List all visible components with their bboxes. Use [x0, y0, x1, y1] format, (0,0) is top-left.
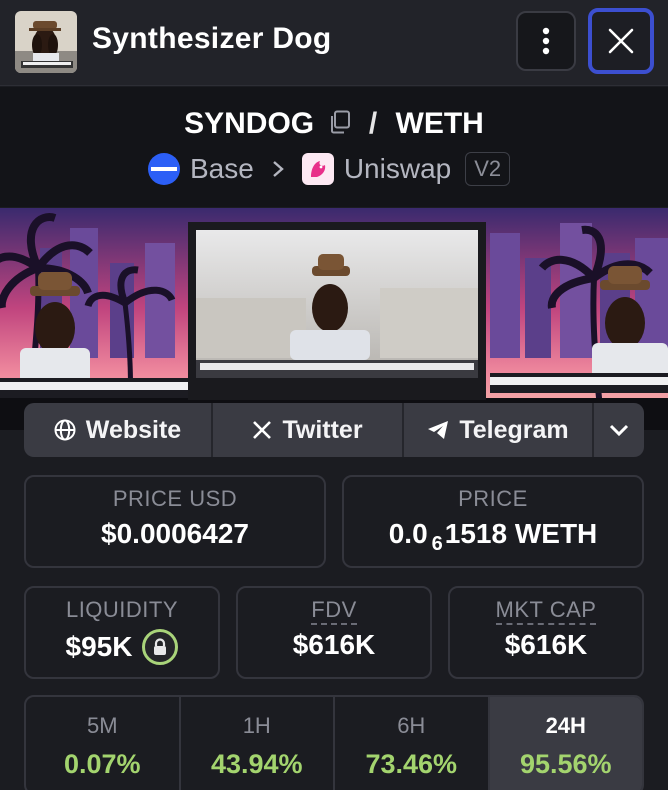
chevron-right-icon [273, 161, 284, 177]
change-tab-label: 6H [397, 713, 426, 738]
change-tab-value: 0.07% [63, 749, 141, 779]
fdv-card: FDV $616K [236, 586, 432, 679]
change-tab-value: 73.46% [365, 749, 458, 779]
change-tab-label: 24H [545, 713, 586, 738]
website-link[interactable]: Website [24, 403, 213, 457]
telegram-link-label: Telegram [459, 415, 569, 444]
change-tab-label: 5M [86, 713, 118, 738]
dex-version-badge: V2 [465, 152, 511, 186]
uniswap-icon [301, 153, 334, 185]
change-tab-1h[interactable]: 1H 43.94% [181, 697, 335, 790]
header: Synthesizer Dog [0, 0, 668, 86]
change-tab-label: 1H [242, 713, 271, 738]
pair-separator: / [368, 107, 378, 140]
telegram-link[interactable]: Telegram [404, 403, 594, 457]
chain-breadcrumb: Base Uniswap V2 [148, 151, 511, 187]
token-avatar [15, 11, 77, 73]
chain-name[interactable]: Base [190, 153, 254, 185]
lock-icon[interactable] [142, 629, 179, 665]
liquidity-value-row: $95K [26, 629, 218, 665]
more-options-button[interactable] [516, 11, 576, 71]
market-cap-card: MKT CAP $616K [448, 586, 644, 679]
price-usd-label: PRICE USD [112, 486, 238, 511]
close-button[interactable] [588, 8, 654, 74]
fdv-label[interactable]: FDV [238, 597, 430, 625]
price-usd-card: PRICE USD $0.0006427 [24, 475, 326, 568]
liquidity-card: LIQUIDITY $95K [24, 586, 220, 679]
change-tab-value: 43.94% [210, 749, 303, 779]
base-chain-icon [148, 153, 180, 185]
pair-section: SYNDOG / WETH Base Uniswap V2 [0, 87, 668, 207]
twitter-link[interactable]: Twitter [213, 403, 404, 457]
fdv-label-text: FDV [311, 597, 357, 625]
more-links-button[interactable] [594, 403, 644, 457]
price-change-tabs: 5M 0.07% 1H 43.94% 6H 73.46% 24H 95.56% [24, 695, 644, 790]
globe-icon [54, 419, 76, 441]
price-native-prefix: 0.0 [388, 518, 428, 549]
price-native-label: PRICE [458, 486, 528, 511]
website-link-label: Website [85, 415, 182, 444]
fdv-value: $616K [292, 629, 376, 660]
change-tab-24h[interactable]: 24H 95.56% [489, 697, 642, 790]
twitter-link-label: Twitter [282, 415, 363, 444]
price-native-value: 0.0 6 1518 WETH [344, 518, 642, 555]
pair-title: SYNDOG / WETH [0, 107, 668, 142]
price-usd-value: $0.0006427 [101, 518, 249, 549]
change-tab-6h[interactable]: 6H 73.46% [335, 697, 490, 790]
telegram-icon [428, 421, 449, 439]
change-tab-value: 95.56% [519, 749, 612, 779]
liquidity-label: LIQUIDITY [65, 597, 179, 622]
close-icon [608, 28, 634, 54]
token-name: Synthesizer Dog [92, 22, 332, 55]
vertical-dots-icon [542, 27, 550, 55]
liquidity-value: $95K [65, 631, 133, 662]
price-native-card: PRICE 0.0 6 1518 WETH [342, 475, 644, 568]
change-tab-5m[interactable]: 5M 0.07% [26, 697, 181, 790]
price-native-zero-count: 6 [431, 532, 443, 555]
base-token: SYNDOG [184, 107, 315, 140]
quote-token: WETH [395, 107, 484, 140]
social-links-bar: Website Twitter Telegram [24, 403, 644, 457]
dex-name[interactable]: Uniswap [344, 153, 451, 185]
copy-icon[interactable] [329, 108, 351, 142]
market-cap-label[interactable]: MKT CAP [450, 597, 642, 625]
market-cap-value: $616K [504, 629, 588, 660]
token-banner-image [0, 208, 668, 430]
x-logo-icon [253, 421, 272, 439]
market-cap-label-text: MKT CAP [495, 597, 597, 625]
chevron-down-icon [609, 424, 629, 437]
price-native-rest: 1518 WETH [444, 518, 598, 549]
